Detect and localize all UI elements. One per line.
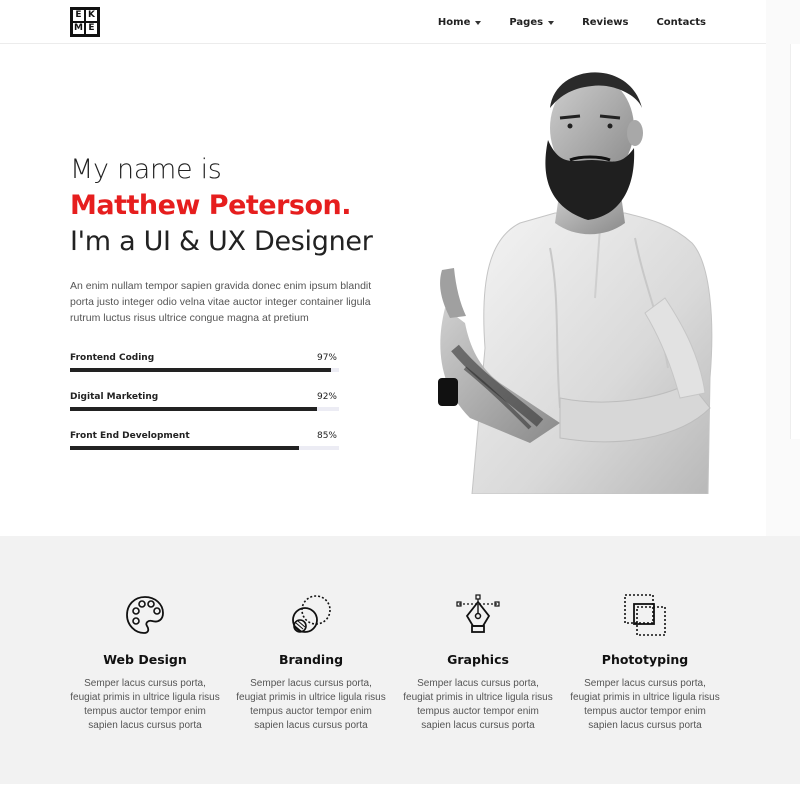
logo-letter: E bbox=[72, 9, 85, 22]
service-text: Semper lacus cursus porta, feugiat primi… bbox=[70, 678, 220, 731]
skill-digital-marketing: Digital Marketing 92% bbox=[70, 392, 339, 411]
page-scrollbar-thumb[interactable] bbox=[790, 44, 800, 439]
service-title: Branding bbox=[278, 652, 344, 667]
pen-tool-icon bbox=[456, 594, 500, 633]
service-text: Semper lacus cursus porta, feugiat primi… bbox=[570, 678, 720, 731]
branding-circles-icon bbox=[292, 595, 331, 633]
site-logo[interactable]: E K M E bbox=[70, 7, 100, 37]
nav-item-pages[interactable]: Pages bbox=[509, 16, 555, 28]
service-branding: Branding Semper lacus cursus porta, feug… bbox=[236, 592, 386, 733]
main-nav: Home Pages Reviews Contacts bbox=[410, 0, 706, 44]
logo-letter: M bbox=[72, 22, 85, 35]
skill-bar-fill bbox=[70, 368, 331, 372]
skill-label: Frontend Coding bbox=[70, 353, 155, 363]
nav-label: Pages bbox=[509, 16, 544, 28]
nav-item-reviews[interactable]: Reviews bbox=[582, 17, 628, 28]
service-title: Web Design bbox=[103, 652, 187, 667]
next-section-start bbox=[0, 784, 800, 800]
skill-label: Digital Marketing bbox=[70, 392, 159, 402]
service-web-design: Web Design Semper lacus cursus porta, fe… bbox=[70, 592, 220, 733]
skill-front-end-development: Front End Development 85% bbox=[70, 431, 339, 450]
hero-intro: My name is bbox=[70, 154, 222, 185]
hero-description: An enim nullam tempor sapien gravida don… bbox=[70, 280, 372, 324]
prototype-squares-icon bbox=[624, 594, 666, 636]
service-text: Semper lacus cursus porta, feugiat primi… bbox=[403, 678, 553, 731]
skill-bar-fill bbox=[70, 446, 299, 450]
hero-name: Matthew Peterson. bbox=[70, 190, 352, 221]
skill-bar-track bbox=[70, 446, 339, 450]
logo-letter: E bbox=[85, 22, 98, 35]
skill-bar-track bbox=[70, 407, 339, 411]
site-header: E K M E Home Pages Reviews Contacts bbox=[0, 0, 766, 44]
hero-role: I'm a UI & UX Designer bbox=[70, 226, 373, 257]
skill-label: Front End Development bbox=[70, 431, 190, 441]
service-text: Semper lacus cursus porta, feugiat primi… bbox=[236, 678, 386, 731]
skill-frontend-coding: Frontend Coding 97% bbox=[70, 353, 339, 372]
caret-down-icon bbox=[548, 20, 555, 25]
skill-percent: 97% bbox=[316, 353, 337, 363]
nav-item-home[interactable]: Home bbox=[437, 16, 482, 28]
nav-item-contacts[interactable]: Contacts bbox=[656, 17, 706, 28]
palette-icon bbox=[126, 596, 164, 634]
skill-percent: 85% bbox=[316, 431, 337, 441]
nav-label: Contacts bbox=[656, 16, 706, 28]
service-title: Graphics bbox=[447, 652, 509, 667]
nav-label: Reviews bbox=[582, 16, 629, 28]
skill-bar-track bbox=[70, 368, 339, 372]
services-section: Web Design Semper lacus cursus porta, fe… bbox=[0, 536, 800, 784]
portrait-image bbox=[438, 72, 713, 494]
service-graphics: Graphics Semper lacus cursus porta, feug… bbox=[403, 592, 553, 733]
nav-label: Home bbox=[437, 16, 471, 28]
service-phototyping: Phototyping Semper lacus cursus porta, f… bbox=[570, 592, 720, 733]
logo-letter: K bbox=[85, 9, 98, 22]
skill-bar-fill bbox=[70, 407, 318, 411]
caret-down-icon bbox=[475, 20, 482, 25]
skill-percent: 92% bbox=[316, 392, 337, 402]
service-title: Phototyping bbox=[601, 652, 689, 667]
